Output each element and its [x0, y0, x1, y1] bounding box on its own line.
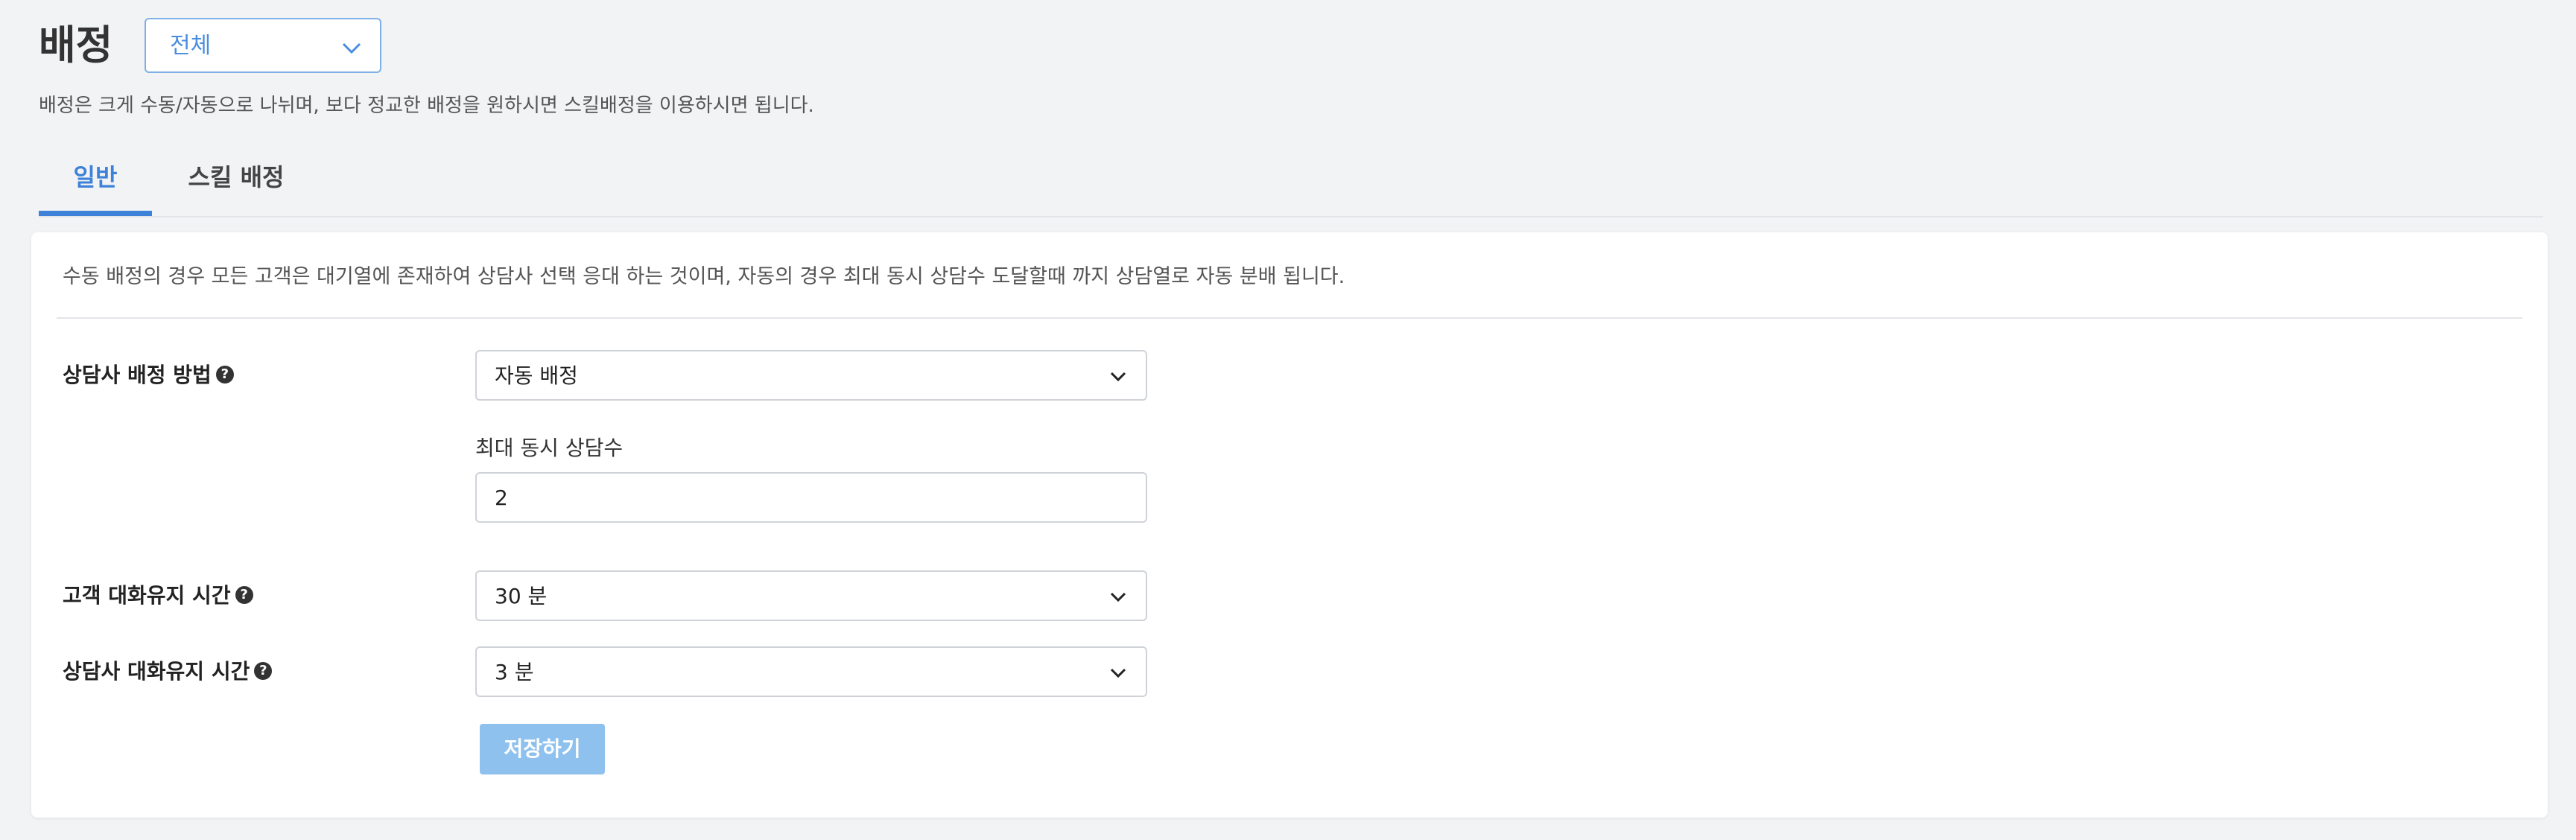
assignment-method-select[interactable]: 자동 배정	[475, 350, 1147, 401]
agent-keepalive-label: 상담사 대화유지 시간?	[63, 658, 273, 685]
customer-keepalive-select[interactable]: 30 분	[475, 570, 1147, 621]
assignment-method-label: 상담사 배정 방법?	[63, 362, 234, 389]
max-concurrent-label: 최대 동시 상담수	[475, 436, 624, 460]
help-icon[interactable]: ?	[254, 662, 273, 680]
agent-keepalive-select[interactable]: 3 분	[475, 646, 1147, 697]
card-description: 수동 배정의 경우 모든 고객은 대기열에 존재하여 상담사 선택 응대 하는 …	[63, 265, 1345, 288]
max-concurrent-value: 2	[495, 486, 508, 510]
tab-general[interactable]: 일반	[39, 153, 152, 216]
assignment-method-label-text: 상담사 배정 방법	[63, 363, 212, 387]
page-description: 배정은 크게 수동/자동으로 나뉘며, 보다 정교한 배정을 원하시면 스킬배정…	[39, 95, 814, 117]
agent-keepalive-value: 3 분	[495, 660, 534, 684]
customer-keepalive-label-text: 고객 대화유지 시간	[63, 583, 231, 608]
save-button[interactable]: 저장하기	[480, 724, 605, 774]
chevron-down-icon	[1110, 668, 1126, 678]
divider	[57, 317, 2522, 319]
chevron-down-icon	[342, 42, 361, 54]
max-concurrent-input[interactable]: 2	[475, 472, 1147, 523]
page-title: 배정	[39, 22, 113, 69]
settings-card: 수동 배정의 경우 모든 고객은 대기열에 존재하여 상담사 선택 응대 하는 …	[31, 232, 2548, 818]
help-icon[interactable]: ?	[235, 586, 253, 604]
customer-keepalive-label: 고객 대화유지 시간?	[63, 582, 253, 609]
tab-skill-assignment[interactable]: 스킬 배정	[180, 153, 292, 216]
chevron-down-icon	[1110, 372, 1126, 382]
customer-keepalive-value: 30 분	[495, 584, 548, 608]
chevron-down-icon	[1110, 592, 1126, 602]
scope-select[interactable]: 전체	[145, 18, 381, 73]
agent-keepalive-label-text: 상담사 대화유지 시간	[63, 659, 250, 684]
assignment-method-value: 자동 배정	[495, 363, 578, 388]
scope-select-value: 전체	[170, 33, 212, 59]
tab-bar: 일반 스킬 배정	[39, 153, 2543, 217]
help-icon[interactable]: ?	[215, 366, 234, 384]
